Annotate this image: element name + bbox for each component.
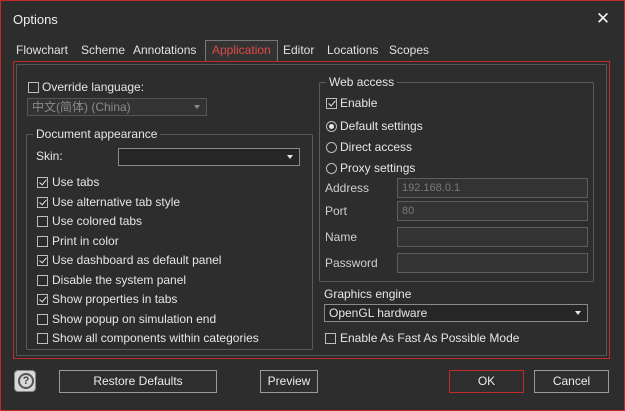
graphics-engine-select[interactable]: OpenGL hardware <box>324 304 588 322</box>
fast-mode-checkbox[interactable] <box>325 333 336 344</box>
language-select[interactable]: 中文(简体) (China) <box>27 98 207 116</box>
dashboard-default-checkbox[interactable] <box>37 255 48 266</box>
direct-access-label: Direct access <box>340 140 413 154</box>
tab-editor[interactable]: Editor <box>277 41 320 61</box>
tab-annotations[interactable]: Annotations <box>127 41 202 61</box>
password-label: Password <box>325 256 378 270</box>
use-tabs-checkbox[interactable] <box>37 177 48 188</box>
chevron-down-icon <box>575 311 581 315</box>
cancel-button[interactable]: Cancel <box>534 370 609 393</box>
direct-access-radio[interactable] <box>326 142 337 153</box>
all-components-checkbox[interactable] <box>37 333 48 344</box>
skin-select[interactable] <box>118 148 300 166</box>
dashboard-default-label: Use dashboard as default panel <box>52 253 222 267</box>
port-input[interactable]: 80 <box>397 201 588 221</box>
question-icon: ? <box>18 373 34 389</box>
popup-simulation-end-label: Show popup on simulation end <box>52 312 217 326</box>
proxy-settings-radio[interactable] <box>326 163 337 174</box>
default-settings-radio[interactable] <box>326 121 337 132</box>
web-access-group: Web access Enable Default settings Direc… <box>319 75 594 282</box>
tab-scheme[interactable]: Scheme <box>75 41 131 61</box>
language-select-value: 中文(简体) (China) <box>32 100 131 114</box>
title-bar[interactable]: Options ✕ <box>1 1 624 37</box>
properties-in-tabs-label: Show properties in tabs <box>52 292 178 306</box>
name-input[interactable] <box>397 227 588 247</box>
disable-system-panel-checkbox[interactable] <box>37 275 48 286</box>
alternative-tab-style-label: Use alternative tab style <box>52 195 181 209</box>
web-access-legend: Web access <box>326 75 398 89</box>
document-appearance-legend: Document appearance <box>33 127 161 141</box>
disable-system-panel-label: Disable the system panel <box>52 273 187 287</box>
graphics-engine-label: Graphics engine <box>324 287 412 301</box>
password-input[interactable] <box>397 253 588 273</box>
print-in-color-checkbox[interactable] <box>37 236 48 247</box>
override-language-label: Override language: <box>42 80 145 94</box>
address-input[interactable]: 192.168.0.1 <box>397 178 588 198</box>
port-label: Port <box>325 204 348 218</box>
chevron-down-icon <box>287 155 293 159</box>
chevron-down-icon <box>194 105 200 109</box>
properties-in-tabs-checkbox[interactable] <box>37 294 48 305</box>
colored-tabs-label: Use colored tabs <box>52 214 143 228</box>
fast-mode-label: Enable As Fast As Possible Mode <box>340 331 520 345</box>
tab-flowchart[interactable]: Flowchart <box>10 41 74 61</box>
address-label: Address <box>325 181 370 195</box>
help-button[interactable]: ? <box>14 370 36 392</box>
web-enable-checkbox[interactable] <box>326 98 337 109</box>
restore-defaults-button[interactable]: Restore Defaults <box>59 370 217 393</box>
use-tabs-label: Use tabs <box>52 175 100 189</box>
default-settings-label: Default settings <box>340 119 423 133</box>
tab-application[interactable]: Application <box>205 40 278 61</box>
colored-tabs-checkbox[interactable] <box>37 216 48 227</box>
proxy-settings-label: Proxy settings <box>340 161 416 175</box>
window-title: Options <box>13 12 58 27</box>
graphics-engine-value: OpenGL hardware <box>329 306 428 320</box>
popup-simulation-end-checkbox[interactable] <box>37 314 48 325</box>
application-panel: Override language: 中文(简体) (China) Docume… <box>13 61 610 359</box>
override-language-checkbox[interactable] <box>28 82 39 93</box>
all-components-label: Show all components within categories <box>52 331 259 345</box>
options-dialog: Options ✕ Flowchart Scheme Annotations A… <box>0 0 625 411</box>
preview-button[interactable]: Preview <box>260 370 318 393</box>
skin-label: Skin: <box>36 149 63 163</box>
tab-locations[interactable]: Locations <box>321 41 384 61</box>
name-label: Name <box>325 230 358 244</box>
print-in-color-label: Print in color <box>52 234 119 248</box>
tab-scopes[interactable]: Scopes <box>383 41 435 61</box>
ok-button[interactable]: OK <box>449 370 524 393</box>
alternative-tab-style-checkbox[interactable] <box>37 197 48 208</box>
web-enable-label: Enable <box>340 96 378 110</box>
document-appearance-group: Document appearance Skin: Use tabs Use a… <box>26 127 313 350</box>
close-icon[interactable]: ✕ <box>594 10 612 28</box>
